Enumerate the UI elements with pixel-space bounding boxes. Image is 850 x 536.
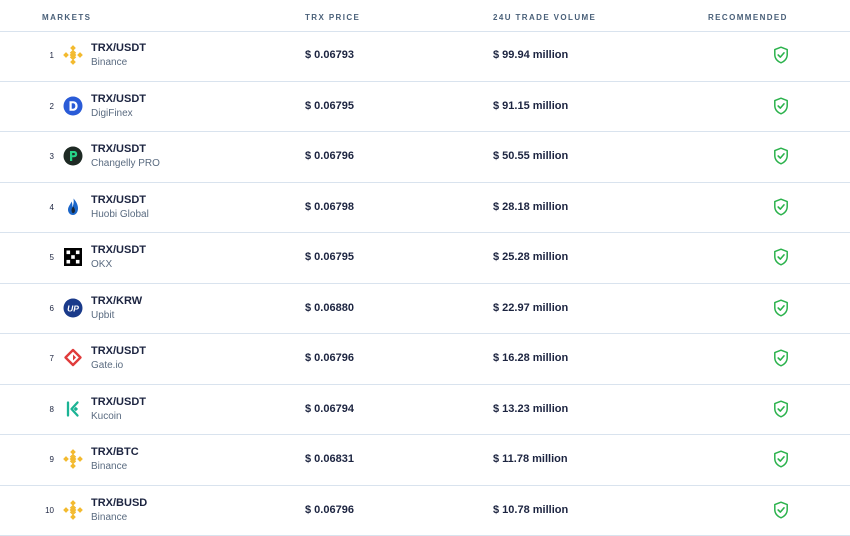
recommended-shield-icon <box>773 198 789 216</box>
rank-number: 2 <box>40 82 54 131</box>
market-pair[interactable]: TRX/KRW <box>91 295 142 307</box>
rank-number: 4 <box>40 183 54 232</box>
market-pair[interactable]: TRX/BUSD <box>91 497 147 509</box>
exchange-name[interactable]: Kucoin <box>91 411 122 422</box>
recommended-shield-icon <box>773 450 789 468</box>
digifinex-icon <box>63 96 83 116</box>
recommended-shield-icon <box>773 46 789 64</box>
trx-price: $ 0.06880 <box>305 284 354 333</box>
table-row-2[interactable]: 2 TRX/USDT DigiFinex $ 0.06795 $ 91.15 m… <box>0 82 850 133</box>
rank-number: 3 <box>40 132 54 181</box>
table-row-1[interactable]: 1 TRX/USDT Binance $ 0.06793 $ 99.94 mil… <box>0 31 850 82</box>
trade-volume: $ 11.78 million <box>493 435 568 484</box>
table-header: MARKETS TRX PRICE 24U TRADE VOLUME RECOM… <box>0 0 850 32</box>
recommended-shield-icon <box>773 97 789 115</box>
recommended-shield-icon <box>773 147 789 165</box>
exchange-name[interactable]: Binance <box>91 512 127 523</box>
table-row-8[interactable]: 8 TRX/USDT Kucoin $ 0.06794 $ 13.23 mill… <box>0 385 850 436</box>
binance-icon <box>63 45 83 65</box>
market-pair[interactable]: TRX/BTC <box>91 446 139 458</box>
rank-number: 6 <box>40 284 54 333</box>
exchange-name[interactable]: Gate.io <box>91 360 123 371</box>
markets-table: MARKETS TRX PRICE 24U TRADE VOLUME RECOM… <box>0 0 850 526</box>
table-row-10[interactable]: 10 TRX/BUSD Binance $ 0.06796 $ 10.78 mi… <box>0 486 850 536</box>
trx-price: $ 0.06795 <box>305 233 354 282</box>
header-recommended[interactable]: RECOMMENDED <box>708 13 788 22</box>
exchange-name[interactable]: Upbit <box>91 310 114 321</box>
trade-volume: $ 16.28 million <box>493 334 568 383</box>
recommended-shield-icon <box>773 248 789 266</box>
svg-text:UP: UP <box>67 303 79 313</box>
exchange-name[interactable]: Changelly PRO <box>91 158 160 169</box>
market-pair[interactable]: TRX/USDT <box>91 93 146 105</box>
upbit-icon: UP <box>63 298 83 318</box>
market-pair[interactable]: TRX/USDT <box>91 143 146 155</box>
rank-number: 9 <box>40 435 54 484</box>
rank-number: 5 <box>40 233 54 282</box>
table-row-6[interactable]: 6 UP TRX/KRW Upbit $ 0.06880 $ 22.97 mil… <box>0 284 850 335</box>
rank-number: 1 <box>40 31 54 80</box>
exchange-name[interactable]: Binance <box>91 461 127 472</box>
rank-number: 7 <box>40 334 54 383</box>
trx-price: $ 0.06798 <box>305 183 354 232</box>
trx-price: $ 0.06793 <box>305 31 354 80</box>
trade-volume: $ 10.78 million <box>493 486 568 535</box>
trx-price: $ 0.06796 <box>305 334 354 383</box>
okx-icon <box>63 247 83 267</box>
trade-volume: $ 28.18 million <box>493 183 568 232</box>
trx-price: $ 0.06796 <box>305 486 354 535</box>
kucoin-icon <box>63 399 83 419</box>
binance-icon <box>63 449 83 469</box>
market-pair[interactable]: TRX/USDT <box>91 42 146 54</box>
trade-volume: $ 50.55 million <box>493 132 568 181</box>
exchange-name[interactable]: Binance <box>91 57 127 68</box>
trade-volume: $ 99.94 million <box>493 31 568 80</box>
trx-price: $ 0.06796 <box>305 132 354 181</box>
trx-price: $ 0.06795 <box>305 82 354 131</box>
trade-volume: $ 13.23 million <box>493 385 568 434</box>
rank-number: 8 <box>40 385 54 434</box>
header-markets[interactable]: MARKETS <box>42 13 91 22</box>
trx-price: $ 0.06794 <box>305 385 354 434</box>
recommended-shield-icon <box>773 501 789 519</box>
recommended-shield-icon <box>773 349 789 367</box>
exchange-name[interactable]: DigiFinex <box>91 108 133 119</box>
exchange-name[interactable]: OKX <box>91 259 112 270</box>
gateio-icon <box>63 348 83 368</box>
header-trx-price[interactable]: TRX PRICE <box>305 13 360 22</box>
trx-price: $ 0.06831 <box>305 435 354 484</box>
recommended-shield-icon <box>773 299 789 317</box>
binance-icon <box>63 500 83 520</box>
exchange-name[interactable]: Huobi Global <box>91 209 149 220</box>
trade-volume: $ 25.28 million <box>493 233 568 282</box>
changelly-icon <box>63 146 83 166</box>
table-row-4[interactable]: 4 TRX/USDT Huobi Global $ 0.06798 $ 28.1… <box>0 183 850 234</box>
rank-number: 10 <box>40 486 54 535</box>
header-trade-volume[interactable]: 24U TRADE VOLUME <box>493 13 596 22</box>
table-row-7[interactable]: 7 TRX/USDT Gate.io $ 0.06796 $ 16.28 mil… <box>0 334 850 385</box>
table-row-9[interactable]: 9 TRX/BTC Binance $ 0.06831 $ 11.78 mill… <box>0 435 850 486</box>
market-pair[interactable]: TRX/USDT <box>91 194 146 206</box>
market-pair[interactable]: TRX/USDT <box>91 396 146 408</box>
trade-volume: $ 22.97 million <box>493 284 568 333</box>
table-row-5[interactable]: 5 TRX/USDT OKX $ 0.06795 $ 25.28 million <box>0 233 850 284</box>
table-body: 1 TRX/USDT Binance $ 0.06793 $ 99.94 mil… <box>0 31 850 536</box>
huobi-icon <box>63 197 83 217</box>
recommended-shield-icon <box>773 400 789 418</box>
market-pair[interactable]: TRX/USDT <box>91 244 146 256</box>
trade-volume: $ 91.15 million <box>493 82 568 131</box>
table-row-3[interactable]: 3 TRX/USDT Changelly PRO $ 0.06796 $ 50.… <box>0 132 850 183</box>
market-pair[interactable]: TRX/USDT <box>91 345 146 357</box>
